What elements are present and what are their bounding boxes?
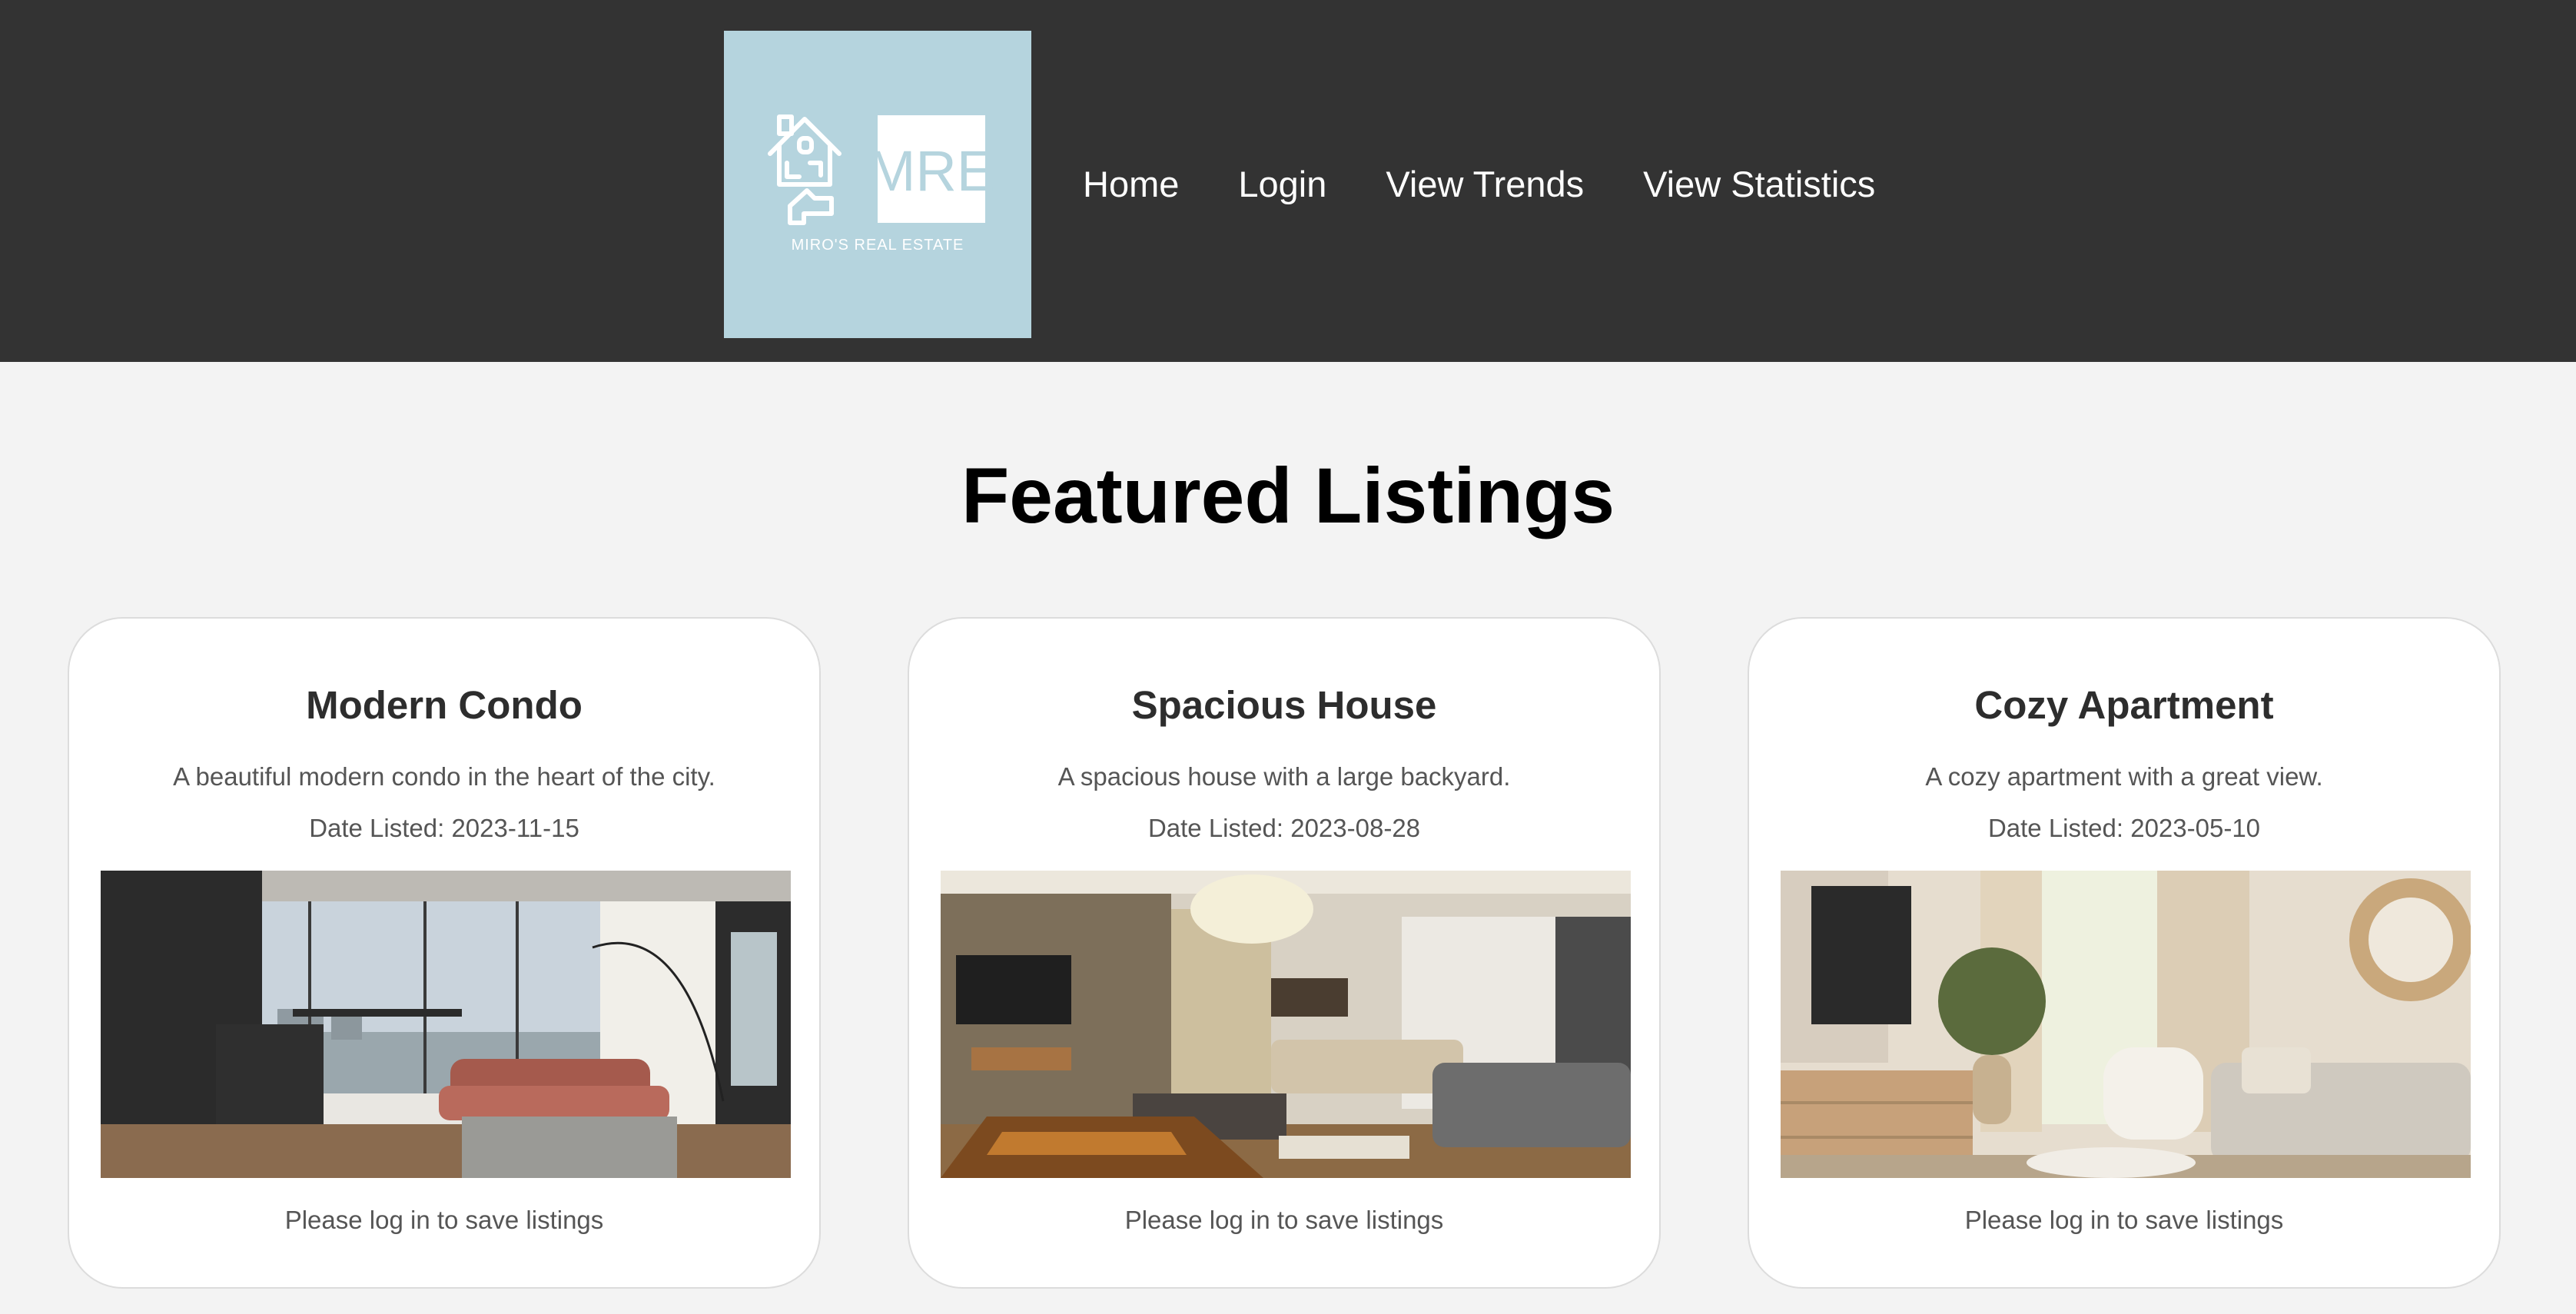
login-to-save-note: Please log in to save listings xyxy=(284,1206,604,1234)
nav-login[interactable]: Login xyxy=(1238,161,1326,207)
modern-condo-photo xyxy=(101,871,791,1178)
listing-card: Modern Condo A beautiful modern condo in… xyxy=(68,617,821,1289)
main-nav: Home Login View Trends View Statistics xyxy=(1083,161,1875,207)
nav-view-trends[interactable]: View Trends xyxy=(1386,161,1584,207)
listing-date: Date Listed: 2023-05-10 xyxy=(1987,814,2261,842)
spacious-house-photo xyxy=(941,871,1631,1178)
listing-date: Date Listed: 2023-11-15 xyxy=(309,814,579,842)
logo-letters: MRE xyxy=(868,139,994,203)
house-key-icon: MRE MIRO'S REAL ESTATE xyxy=(768,114,994,254)
listing-image[interactable] xyxy=(101,871,791,1178)
logo-tagline: MIRO'S REAL ESTATE xyxy=(792,237,964,254)
login-to-save-note: Please log in to save listings xyxy=(1964,1206,2284,1234)
listing-title: Cozy Apartment xyxy=(1974,683,2274,727)
listing-image[interactable] xyxy=(1781,871,2471,1178)
login-to-save-note: Please log in to save listings xyxy=(1124,1206,1444,1234)
listing-card: Spacious House A spacious house with a l… xyxy=(908,617,1661,1289)
listing-card: Cozy Apartment A cozy apartment with a g… xyxy=(1748,617,2501,1289)
listing-date: Date Listed: 2023-08-28 xyxy=(1147,814,1421,842)
site-header: MRE MIRO'S REAL ESTATE Home Login View T… xyxy=(0,0,2576,362)
listing-description: A spacious house with a large backyard. xyxy=(1057,762,1511,791)
listing-image[interactable] xyxy=(941,871,1631,1178)
nav-home[interactable]: Home xyxy=(1083,161,1179,207)
cozy-apartment-photo xyxy=(1781,871,2471,1178)
listing-description: A beautiful modern condo in the heart of… xyxy=(173,762,715,791)
listing-title: Modern Condo xyxy=(306,683,583,727)
page-title: Featured Listings xyxy=(961,452,1615,539)
listing-description: A cozy apartment with a great view. xyxy=(1925,762,2323,791)
listing-title: Spacious House xyxy=(1131,683,1437,727)
logo[interactable]: MRE MIRO'S REAL ESTATE xyxy=(724,31,1031,338)
nav-view-statistics[interactable]: View Statistics xyxy=(1643,161,1875,207)
